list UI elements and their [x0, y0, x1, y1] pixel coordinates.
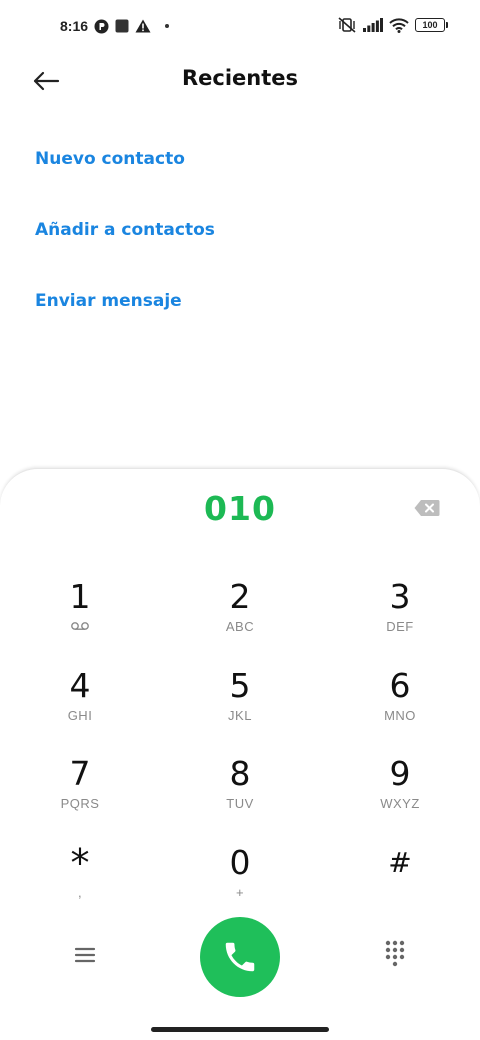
- home-indicator[interactable]: [151, 1027, 329, 1032]
- warning-icon: [135, 19, 151, 33]
- key-letters: MNO: [384, 708, 416, 723]
- battery-icon: 100: [415, 18, 448, 32]
- dialer-bottom-bar: [0, 915, 480, 999]
- phone-icon: [225, 942, 255, 972]
- status-bar: 8:16 100: [0, 0, 480, 56]
- backspace-button[interactable]: [414, 499, 440, 519]
- key-letters: JKL: [228, 708, 252, 723]
- dialpad-icon: [385, 940, 405, 967]
- send-message-link[interactable]: Enviar mensaje: [35, 282, 215, 353]
- key-letters: DEF: [386, 619, 414, 634]
- battery-level: 100: [415, 18, 445, 32]
- wifi-icon: [389, 17, 409, 33]
- key-digit: 2: [229, 577, 251, 616]
- key-digit: 6: [389, 666, 411, 705]
- key-digit: 1: [69, 577, 91, 616]
- key-star[interactable]: * ,: [20, 843, 140, 923]
- key-letters: TUV: [226, 796, 254, 811]
- key-digit: *: [70, 841, 90, 885]
- notification-p-icon: [94, 19, 109, 34]
- key-digit: 7: [69, 754, 91, 793]
- vibrate-off-icon: [337, 17, 357, 33]
- key-2[interactable]: 2 ABC: [180, 577, 300, 657]
- key-digit: 0: [229, 843, 251, 882]
- key-digit: #: [388, 846, 412, 879]
- key-9[interactable]: 9 WXYZ: [340, 754, 460, 834]
- key-hash[interactable]: #: [340, 843, 460, 923]
- key-letters: WXYZ: [380, 796, 420, 811]
- key-digit: 9: [389, 754, 411, 793]
- signal-icon: [363, 18, 383, 32]
- key-0[interactable]: 0 +: [180, 843, 300, 923]
- page-title: Recientes: [181, 66, 299, 90]
- menu-button[interactable]: [72, 943, 98, 967]
- key-1[interactable]: 1: [20, 577, 140, 657]
- key-8[interactable]: 8 TUV: [180, 754, 300, 834]
- key-letters: GHI: [67, 708, 93, 723]
- status-time: 8:16: [60, 18, 89, 34]
- dialpad-toggle-button[interactable]: [384, 939, 406, 967]
- key-5[interactable]: 5 JKL: [180, 666, 300, 746]
- key-7[interactable]: 7 PQRS: [20, 754, 140, 834]
- call-button[interactable]: [200, 917, 280, 997]
- key-letters: ,: [77, 885, 83, 900]
- key-letters: PQRS: [60, 796, 100, 811]
- dot-icon: [165, 24, 170, 28]
- key-4[interactable]: 4 GHI: [20, 666, 140, 746]
- backspace-icon: [414, 500, 440, 516]
- key-digit: 5: [229, 666, 251, 705]
- key-letters: +: [235, 885, 245, 900]
- key-6[interactable]: 6 MNO: [340, 666, 460, 746]
- key-3[interactable]: 3 DEF: [340, 577, 460, 657]
- key-digit: 3: [389, 577, 411, 616]
- dialed-number: 010: [204, 489, 276, 528]
- new-contact-link[interactable]: Nuevo contacto: [35, 140, 215, 211]
- key-digit: 8: [229, 754, 251, 793]
- header: Recientes: [0, 56, 480, 106]
- key-letters: ABC: [225, 619, 255, 634]
- square-notification-icon: [115, 19, 129, 33]
- menu-icon: [74, 947, 96, 963]
- dialer-panel: 010 1 2 ABC 3 DEF 4 GHI 5 JKL 6 MNO 7 PQ…: [0, 468, 480, 1040]
- status-right: 100: [337, 17, 448, 33]
- battery-tip: [446, 22, 448, 28]
- key-digit: 4: [69, 666, 91, 705]
- voicemail-icon: [20, 617, 140, 637]
- add-to-contacts-link[interactable]: Añadir a contactos: [35, 211, 215, 282]
- action-list: Nuevo contacto Añadir a contactos Enviar…: [35, 140, 215, 353]
- status-left: 8:16: [60, 18, 170, 34]
